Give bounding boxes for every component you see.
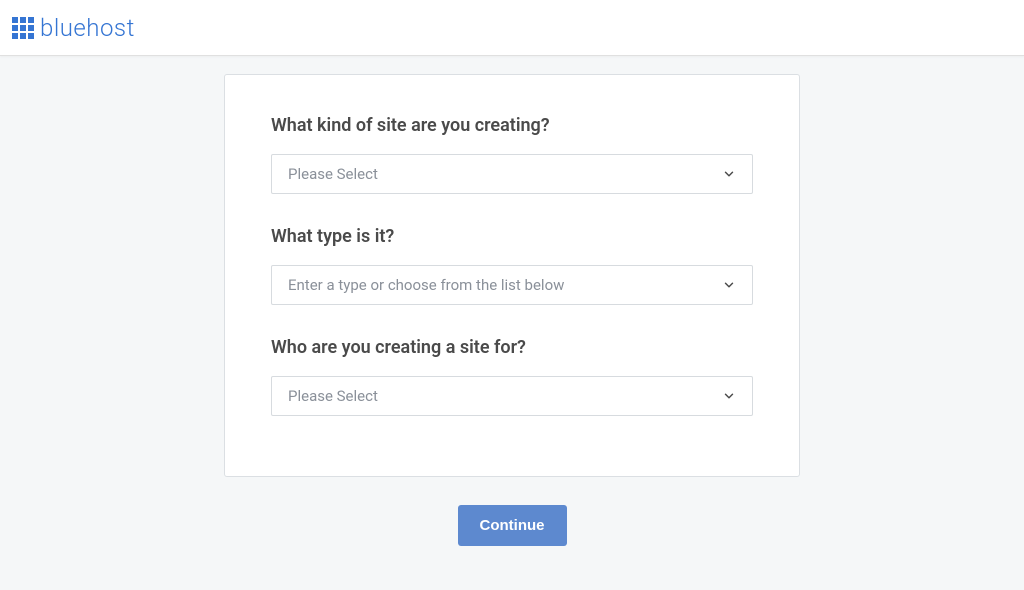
question-site-kind: What kind of site are you creating?	[271, 115, 753, 136]
question-site-type: What type is it?	[271, 226, 753, 247]
chevron-down-icon	[722, 389, 736, 403]
brand-name: bluehost	[40, 14, 135, 42]
select-site-kind[interactable]: Please Select	[271, 154, 753, 194]
select-site-for-placeholder: Please Select	[288, 387, 722, 405]
continue-button[interactable]: Continue	[458, 505, 567, 546]
chevron-down-icon	[722, 167, 736, 181]
main-content: What kind of site are you creating? Plea…	[0, 56, 1024, 546]
select-site-for[interactable]: Please Select	[271, 376, 753, 416]
header: bluehost	[0, 0, 1024, 56]
brand-logo[interactable]: bluehost	[12, 14, 135, 42]
select-site-type[interactable]: Enter a type or choose from the list bel…	[271, 265, 753, 305]
select-site-kind-placeholder: Please Select	[288, 165, 722, 183]
select-site-type-placeholder: Enter a type or choose from the list bel…	[288, 276, 722, 294]
question-site-for: Who are you creating a site for?	[271, 337, 753, 358]
chevron-down-icon	[722, 278, 736, 292]
grid-icon	[12, 17, 34, 39]
onboarding-card: What kind of site are you creating? Plea…	[224, 74, 800, 477]
